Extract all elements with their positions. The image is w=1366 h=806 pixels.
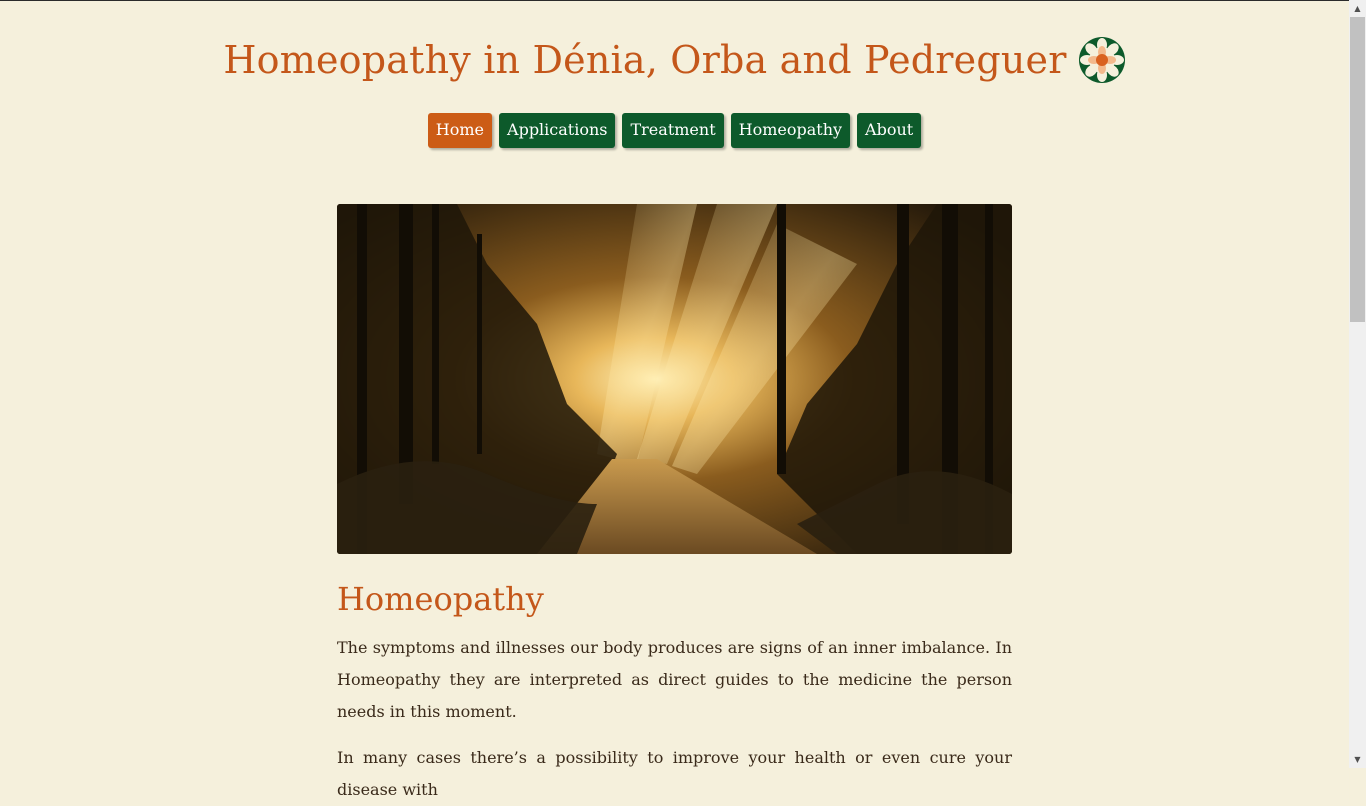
site-header: Homeopathy in Dénia, Orba and Pedreguer bbox=[0, 36, 1349, 84]
main-content: Homeopathy The symptoms and illnesses ou… bbox=[337, 576, 1012, 806]
scroll-up-arrow-icon[interactable]: ▲ bbox=[1349, 0, 1366, 17]
flower-mandala-icon[interactable] bbox=[1078, 36, 1126, 84]
nav-homeopathy-button[interactable]: Homeopathy bbox=[730, 113, 851, 148]
scroll-down-arrow-icon[interactable]: ▼ bbox=[1349, 751, 1366, 768]
scroll-thumb[interactable] bbox=[1350, 17, 1365, 322]
site-title[interactable]: Homeopathy in Dénia, Orba and Pedreguer bbox=[223, 38, 1066, 82]
page: Homeopathy in Dénia, Orba and Pedreguer bbox=[0, 0, 1349, 799]
section-heading: Homeopathy bbox=[337, 580, 544, 618]
second-paragraph: In many cases there’s a possibility to i… bbox=[337, 748, 1012, 799]
main-nav: Home Applications Treatment Homeopathy A… bbox=[0, 113, 1349, 148]
intro-paragraph: The symptoms and illnesses our body prod… bbox=[337, 638, 1012, 721]
nav-about-button[interactable]: About bbox=[857, 113, 922, 148]
hero-image bbox=[337, 204, 1012, 554]
vertical-scrollbar[interactable]: ▲ ▼ bbox=[1349, 0, 1366, 768]
nav-home-button[interactable]: Home bbox=[427, 113, 493, 148]
nav-applications-button[interactable]: Applications bbox=[499, 113, 616, 148]
nav-treatment-button[interactable]: Treatment bbox=[622, 113, 724, 148]
